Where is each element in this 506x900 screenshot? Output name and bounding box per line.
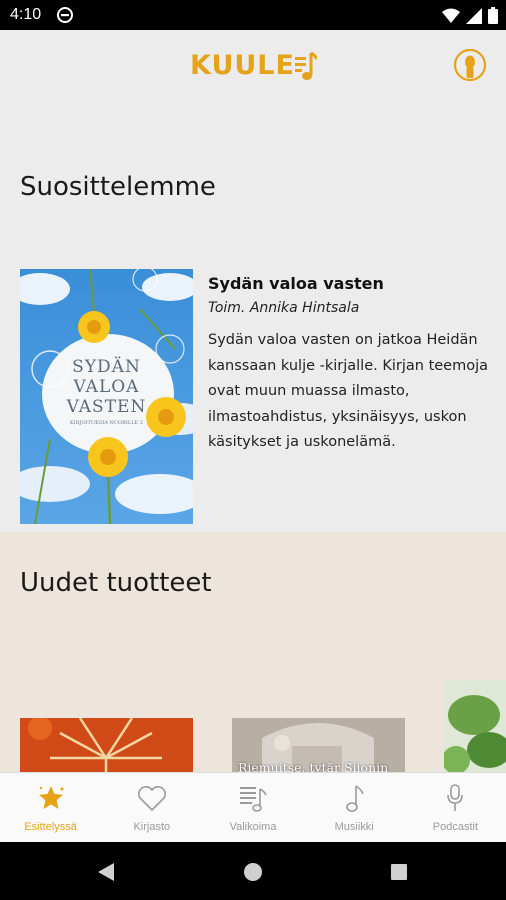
app-bar: KUULE [0, 30, 506, 100]
product-cover [20, 718, 193, 778]
featured-section: Suosittelemme SYDÄN VALOA VASTEN KIRJOIT… [0, 100, 506, 571]
book-cover[interactable]: SYDÄN VALOA VASTEN KIRJOITUKSIA NUORILLE… [20, 269, 193, 524]
wifi-icon [442, 8, 460, 23]
do-not-disturb-icon [57, 7, 73, 23]
bottom-nav: Esittelyssä Kirjasto Valikoima Musiikki … [0, 772, 506, 842]
product-card[interactable] [444, 680, 506, 778]
battery-icon [488, 7, 498, 24]
book-author: Toim. Annika Hintsala [208, 300, 360, 316]
music-logo-icon [294, 51, 317, 80]
home-icon[interactable] [244, 863, 262, 881]
nav-item-esittelyssa[interactable]: Esittelyssä [0, 773, 101, 842]
cover-subtitle: KIRJOITUKSIA NUORILLE 2 [70, 420, 143, 426]
product-card[interactable] [20, 718, 193, 778]
star-icon [38, 786, 64, 809]
product-card[interactable]: Riemuitse, tytär Siionin [232, 718, 405, 778]
product-cover [444, 680, 506, 778]
music-note-icon [346, 785, 364, 812]
nav-item-valikoima[interactable]: Valikoima [202, 773, 303, 842]
status-time: 4:10 [10, 6, 42, 23]
nav-label: Valikoima [229, 821, 277, 833]
status-bar: 4:10 [0, 0, 506, 30]
profile-icon[interactable] [453, 48, 487, 82]
book-title[interactable]: Sydän valoa vasten [208, 274, 384, 293]
nav-label: Podcastit [432, 821, 479, 833]
back-icon[interactable] [96, 862, 116, 882]
signal-icon [466, 7, 482, 24]
system-nav-bar [0, 842, 506, 900]
nav-label: Kirjasto [133, 821, 171, 833]
nav-label: Musiikki [334, 821, 374, 833]
cover-title: SYDÄN VALOA VASTEN [66, 357, 147, 417]
heart-icon [137, 786, 166, 812]
nav-label: Esittelyssä [24, 821, 77, 833]
microphone-icon [447, 784, 464, 811]
new-products-section: Uudet tuotteet Riemuitse, tytär Siionin [0, 532, 506, 778]
app-screen: KUULE Suosittelemme SYDÄN VALOA VASTEN K… [0, 30, 506, 842]
catalog-icon [240, 787, 267, 812]
nav-item-kirjasto[interactable]: Kirjasto [101, 773, 202, 842]
nav-item-podcastit[interactable]: Podcastit [405, 773, 506, 842]
new-products-title: Uudet tuotteet [20, 568, 212, 598]
book-description: Sydän valoa vasten on jatkoa Heidän kans… [208, 332, 489, 450]
featured-title: Suosittelemme [20, 172, 216, 202]
kuule-logo: KUULE [190, 45, 317, 85]
nav-item-musiikki[interactable]: Musiikki [304, 773, 405, 842]
recents-icon[interactable] [391, 864, 407, 880]
